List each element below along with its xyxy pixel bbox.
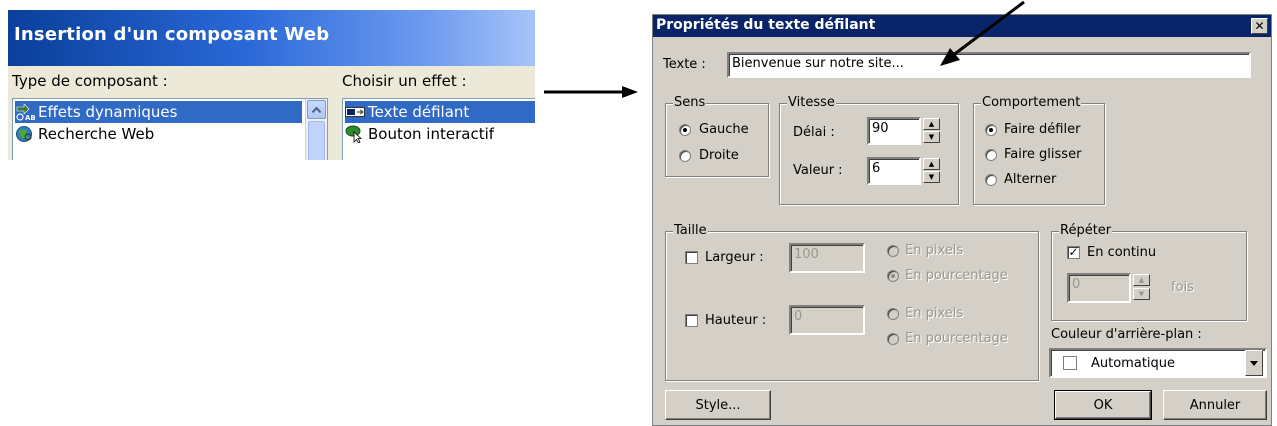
- behavior-legend: Comportement: [981, 95, 1082, 110]
- spin-down-button[interactable]: ▼: [923, 131, 940, 143]
- value-input[interactable]: 6: [867, 157, 921, 185]
- radio-gauche-label[interactable]: Gauche: [699, 122, 749, 137]
- list-item-label: Effets dynamiques: [38, 103, 178, 121]
- effect-list[interactable]: Texte défilant Bouton interactif: [342, 98, 535, 160]
- width-checkbox[interactable]: [685, 251, 698, 264]
- radio-alterner-label[interactable]: Alterner: [1004, 172, 1056, 187]
- list-item-label: Recherche Web: [38, 125, 155, 143]
- scroll-thumb[interactable]: [308, 121, 325, 160]
- radio-faire-defiler-label[interactable]: Faire défiler: [1004, 122, 1080, 137]
- repeat-count-input[interactable]: 0: [1067, 273, 1131, 303]
- repeat-legend: Répéter: [1059, 223, 1113, 238]
- effect-label: Choisir un effet :: [342, 72, 467, 90]
- window-header: Insertion d'un composant Web: [8, 10, 535, 66]
- repeat-count-spinner[interactable]: ▲ ▼: [1133, 273, 1150, 303]
- width-label[interactable]: Largeur :: [705, 250, 764, 265]
- width-pixels-label[interactable]: En pixels: [905, 243, 963, 258]
- scroll-up-button[interactable]: [307, 100, 326, 119]
- list-item-label: Texte défilant: [368, 103, 470, 121]
- spin-up-button[interactable]: ▲: [1133, 274, 1150, 286]
- direction-group: [665, 103, 769, 177]
- value-spinner[interactable]: ▲ ▼: [923, 157, 940, 185]
- spin-down-button[interactable]: ▼: [1133, 288, 1150, 300]
- height-pixels-radio[interactable]: [887, 308, 899, 320]
- list-item[interactable]: Bouton interactif: [345, 123, 500, 145]
- ok-button[interactable]: OK: [1054, 390, 1152, 420]
- color-swatch: [1063, 356, 1077, 370]
- checkmark-icon: ✓: [1068, 245, 1079, 259]
- text-label: Texte :: [663, 57, 706, 72]
- chevron-down-icon: [1250, 360, 1258, 366]
- svg-text:AB: AB: [25, 114, 35, 121]
- spin-up-button[interactable]: ▲: [923, 118, 940, 130]
- width-pixels-radio[interactable]: [887, 245, 899, 257]
- value-label: Valeur :: [793, 163, 843, 178]
- globe-search-icon: [15, 125, 35, 143]
- dropdown-button[interactable]: [1245, 350, 1263, 376]
- interactive-button-icon: [345, 125, 365, 144]
- marquee-icon: [345, 103, 365, 121]
- close-icon: ✕: [1254, 19, 1265, 33]
- radio-gauche[interactable]: [679, 124, 691, 136]
- dialog-title: Propriétés du texte défilant: [656, 17, 876, 33]
- continuous-label[interactable]: En continu: [1087, 245, 1156, 260]
- list-item[interactable]: Recherche Web: [15, 123, 160, 145]
- speed-legend: Vitesse: [787, 95, 836, 110]
- background-color-label: Couleur d'arrière-plan :: [1051, 327, 1202, 342]
- height-label[interactable]: Hauteur :: [705, 313, 766, 328]
- window-title: Insertion d'un composant Web: [14, 24, 330, 45]
- background-color-select[interactable]: Automatique: [1049, 348, 1267, 378]
- radio-droite[interactable]: [679, 150, 691, 162]
- background-color-value: Automatique: [1091, 356, 1176, 371]
- height-percent-radio[interactable]: [887, 333, 899, 345]
- delay-spinner[interactable]: ▲ ▼: [923, 117, 940, 145]
- continuous-checkbox[interactable]: ✓: [1067, 246, 1080, 259]
- chevron-up-icon: [312, 106, 321, 113]
- height-checkbox[interactable]: [685, 314, 698, 327]
- pointer-arrow-right: [544, 86, 638, 98]
- cancel-button[interactable]: Annuler: [1163, 390, 1267, 420]
- list-scrollbar[interactable]: [305, 99, 327, 160]
- insert-web-component-window: Insertion d'un composant Web Type de com…: [8, 10, 535, 160]
- style-button[interactable]: Style...: [665, 390, 771, 420]
- pointer-arrow-diagonal: [940, 0, 1025, 66]
- radio-faire-glisser[interactable]: [985, 149, 997, 161]
- delay-label: Délai :: [793, 125, 835, 140]
- direction-legend: Sens: [673, 95, 707, 110]
- width-percent-radio[interactable]: [887, 270, 899, 282]
- height-input[interactable]: 0: [789, 305, 865, 335]
- height-pixels-label[interactable]: En pixels: [905, 306, 963, 321]
- height-percent-label[interactable]: En pourcentage: [905, 331, 1008, 346]
- dynamic-effects-icon: AB: [15, 103, 36, 122]
- times-label: fois: [1171, 280, 1194, 295]
- close-button[interactable]: ✕: [1251, 18, 1268, 34]
- radio-faire-defiler[interactable]: [985, 124, 997, 136]
- component-type-list[interactable]: AB Effets dynamiques Recherche Web: [12, 98, 328, 160]
- size-legend: Taille: [673, 223, 708, 238]
- width-percent-label[interactable]: En pourcentage: [905, 268, 1008, 283]
- radio-droite-label[interactable]: Droite: [699, 148, 739, 163]
- width-input[interactable]: 100: [789, 243, 865, 273]
- list-item[interactable]: AB Effets dynamiques: [15, 101, 302, 123]
- window-body: Type de composant : Choisir un effet : A…: [8, 66, 535, 160]
- spin-up-button[interactable]: ▲: [923, 158, 940, 170]
- component-type-label: Type de composant :: [12, 72, 168, 90]
- spin-down-button[interactable]: ▼: [923, 171, 940, 183]
- list-item-label: Bouton interactif: [368, 125, 495, 143]
- radio-alterner[interactable]: [985, 174, 997, 186]
- delay-input[interactable]: 90: [867, 117, 921, 145]
- radio-faire-glisser-label[interactable]: Faire glisser: [1004, 147, 1081, 162]
- list-item[interactable]: Texte défilant: [345, 101, 535, 123]
